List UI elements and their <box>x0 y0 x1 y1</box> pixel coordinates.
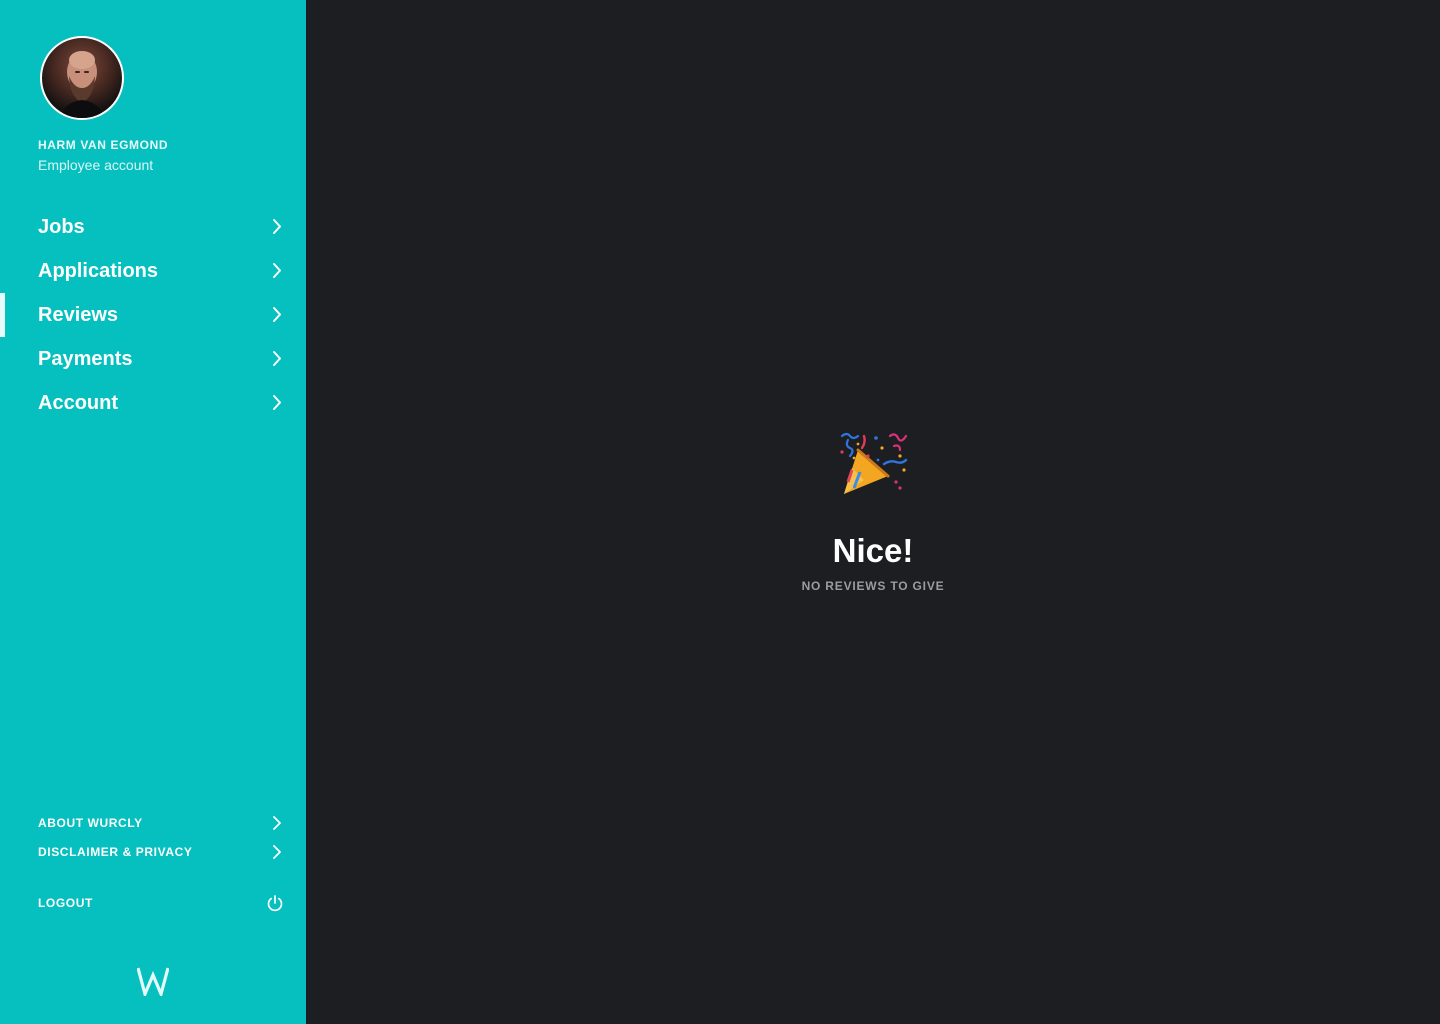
logout-label: LOGOUT <box>38 896 93 910</box>
user-name: HARM VAN EGMOND <box>38 138 169 152</box>
nav-item-payments[interactable]: Payments <box>0 337 306 381</box>
about-link-label: ABOUT WURCLY <box>38 815 143 830</box>
nav-item-label: Applications <box>38 259 159 282</box>
chevron-right-icon <box>273 219 281 234</box>
main-nav: Jobs Applications Reviews Payments Accou… <box>0 205 306 425</box>
wurcly-logo-icon[interactable] <box>137 966 169 996</box>
user-role: Employee account <box>38 157 154 173</box>
nav-item-label: Payments <box>38 347 133 370</box>
nav-item-applications[interactable]: Applications <box>0 249 306 293</box>
power-icon <box>267 895 283 912</box>
about-link[interactable]: ABOUT WURCLY <box>0 808 306 837</box>
empty-state-title: Nice! <box>832 532 914 569</box>
disclaimer-link-label: DISCLAIMER & PRIVACY <box>38 844 193 859</box>
nav-item-jobs[interactable]: Jobs <box>0 205 306 249</box>
nav-item-label: Reviews <box>38 303 119 326</box>
empty-state-subtitle: NO REVIEWS TO GIVE <box>801 579 945 593</box>
party-popper-icon <box>840 432 908 494</box>
sidebar: HARM VAN EGMOND Employee account Jobs Ap… <box>0 0 306 1024</box>
nav-item-label: Jobs <box>38 215 85 238</box>
logout-button[interactable]: LOGOUT <box>0 890 306 916</box>
chevron-right-icon <box>273 351 281 366</box>
chevron-right-icon <box>273 845 281 859</box>
chevron-right-icon <box>273 263 281 278</box>
nav-item-account[interactable]: Account <box>0 381 306 425</box>
chevron-right-icon <box>273 816 281 830</box>
nav-item-label: Account <box>38 391 118 414</box>
chevron-right-icon <box>273 307 281 322</box>
avatar-photo-icon <box>60 51 104 118</box>
avatar[interactable] <box>40 36 124 120</box>
main-content: Nice! NO REVIEWS TO GIVE <box>306 0 1440 1024</box>
chevron-right-icon <box>273 395 281 410</box>
nav-item-reviews[interactable]: Reviews <box>0 293 306 337</box>
footer-links: ABOUT WURCLY DISCLAIMER & PRIVACY <box>0 808 306 866</box>
disclaimer-privacy-link[interactable]: DISCLAIMER & PRIVACY <box>0 837 306 866</box>
